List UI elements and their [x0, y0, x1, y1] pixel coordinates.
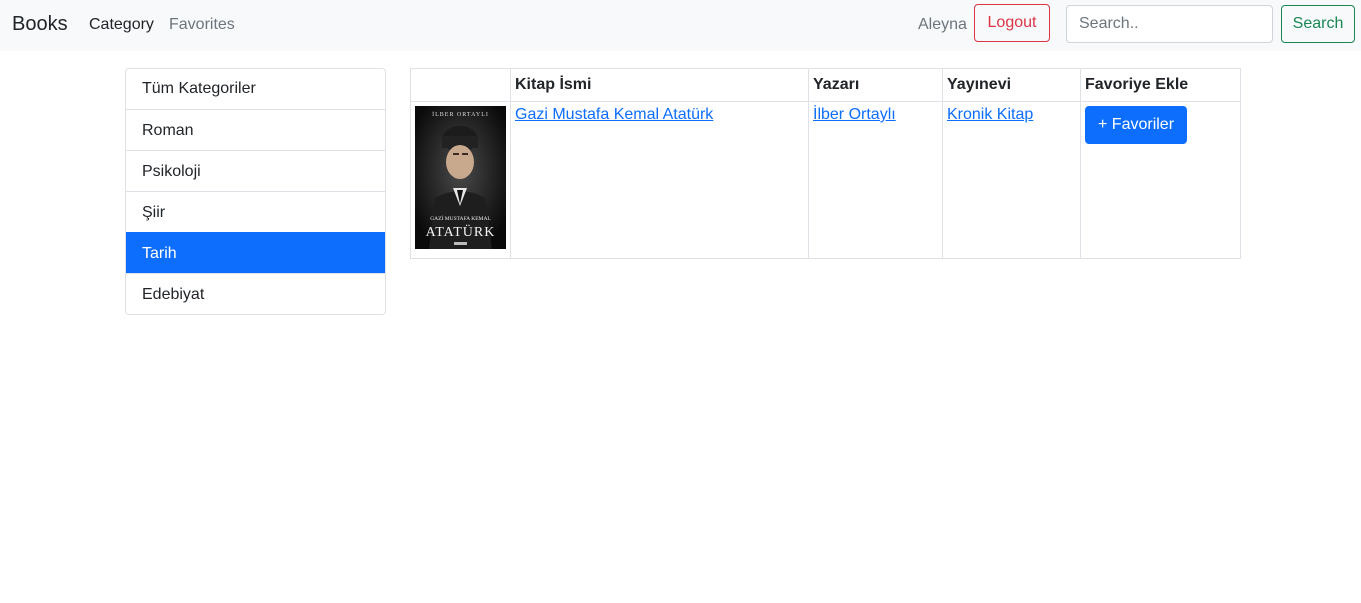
username-label: Aleyna [918, 16, 967, 33]
author-cell: İlber Ortaylı [808, 101, 943, 259]
category-item-psikoloji[interactable]: Psikoloji [126, 150, 385, 191]
category-item-edebiyat[interactable]: Edebiyat [126, 273, 385, 314]
cover-main-text: ATATÜRK [426, 223, 496, 240]
nav-link-category[interactable]: Category [89, 16, 154, 34]
column-header-publisher: Yayınevi [942, 68, 1081, 102]
book-title-link[interactable]: Gazi Mustafa Kemal Atatürk [515, 106, 713, 123]
publisher-link[interactable]: Kronik Kitap [947, 106, 1033, 123]
favorite-cell: + Favoriler [1080, 101, 1241, 259]
books-table: Kitap İsmi Yazarı Yayınevi Favoriye Ekle… [410, 68, 1241, 259]
table-row: İLBER ORTAYLI GAZİ MUSTAFA KEMAL ATATÜRK… [410, 101, 1241, 259]
navbar: Books Category Favorites Aleyna Logout S… [0, 0, 1361, 51]
category-item-tum-kategoriler[interactable]: Tüm Kategoriler [126, 69, 385, 109]
logout-button[interactable]: Logout [974, 4, 1050, 42]
column-header-cover [410, 68, 511, 102]
search-input[interactable] [1066, 5, 1273, 43]
brand-link[interactable]: Books [12, 13, 68, 36]
column-header-favorite: Favoriye Ekle [1080, 68, 1241, 102]
book-cover-image: İLBER ORTAYLI GAZİ MUSTAFA KEMAL ATATÜRK [415, 106, 506, 249]
cover-top-text: İLBER ORTAYLI [432, 111, 489, 118]
category-item-tarih[interactable]: Tarih [126, 232, 385, 273]
title-cell: Gazi Mustafa Kemal Atatürk [510, 101, 809, 259]
category-list: Tüm Kategoriler Roman Psikoloji Şiir Tar… [125, 68, 386, 315]
category-item-roman[interactable]: Roman [126, 109, 385, 150]
column-header-author: Yazarı [808, 68, 943, 102]
cover-cell: İLBER ORTAYLI GAZİ MUSTAFA KEMAL ATATÜRK [410, 101, 511, 259]
table-header-row: Kitap İsmi Yazarı Yayınevi Favoriye Ekle [410, 68, 1241, 102]
nav-link-favorites[interactable]: Favorites [169, 16, 235, 34]
search-button[interactable]: Search [1281, 5, 1355, 43]
category-item-siir[interactable]: Şiir [126, 191, 385, 232]
add-favorite-button[interactable]: + Favoriler [1085, 106, 1188, 144]
publisher-cell: Kronik Kitap [942, 101, 1081, 259]
author-link[interactable]: İlber Ortaylı [813, 106, 896, 123]
cover-sub-text: GAZİ MUSTAFA KEMAL [430, 215, 491, 222]
column-header-title: Kitap İsmi [510, 68, 809, 102]
